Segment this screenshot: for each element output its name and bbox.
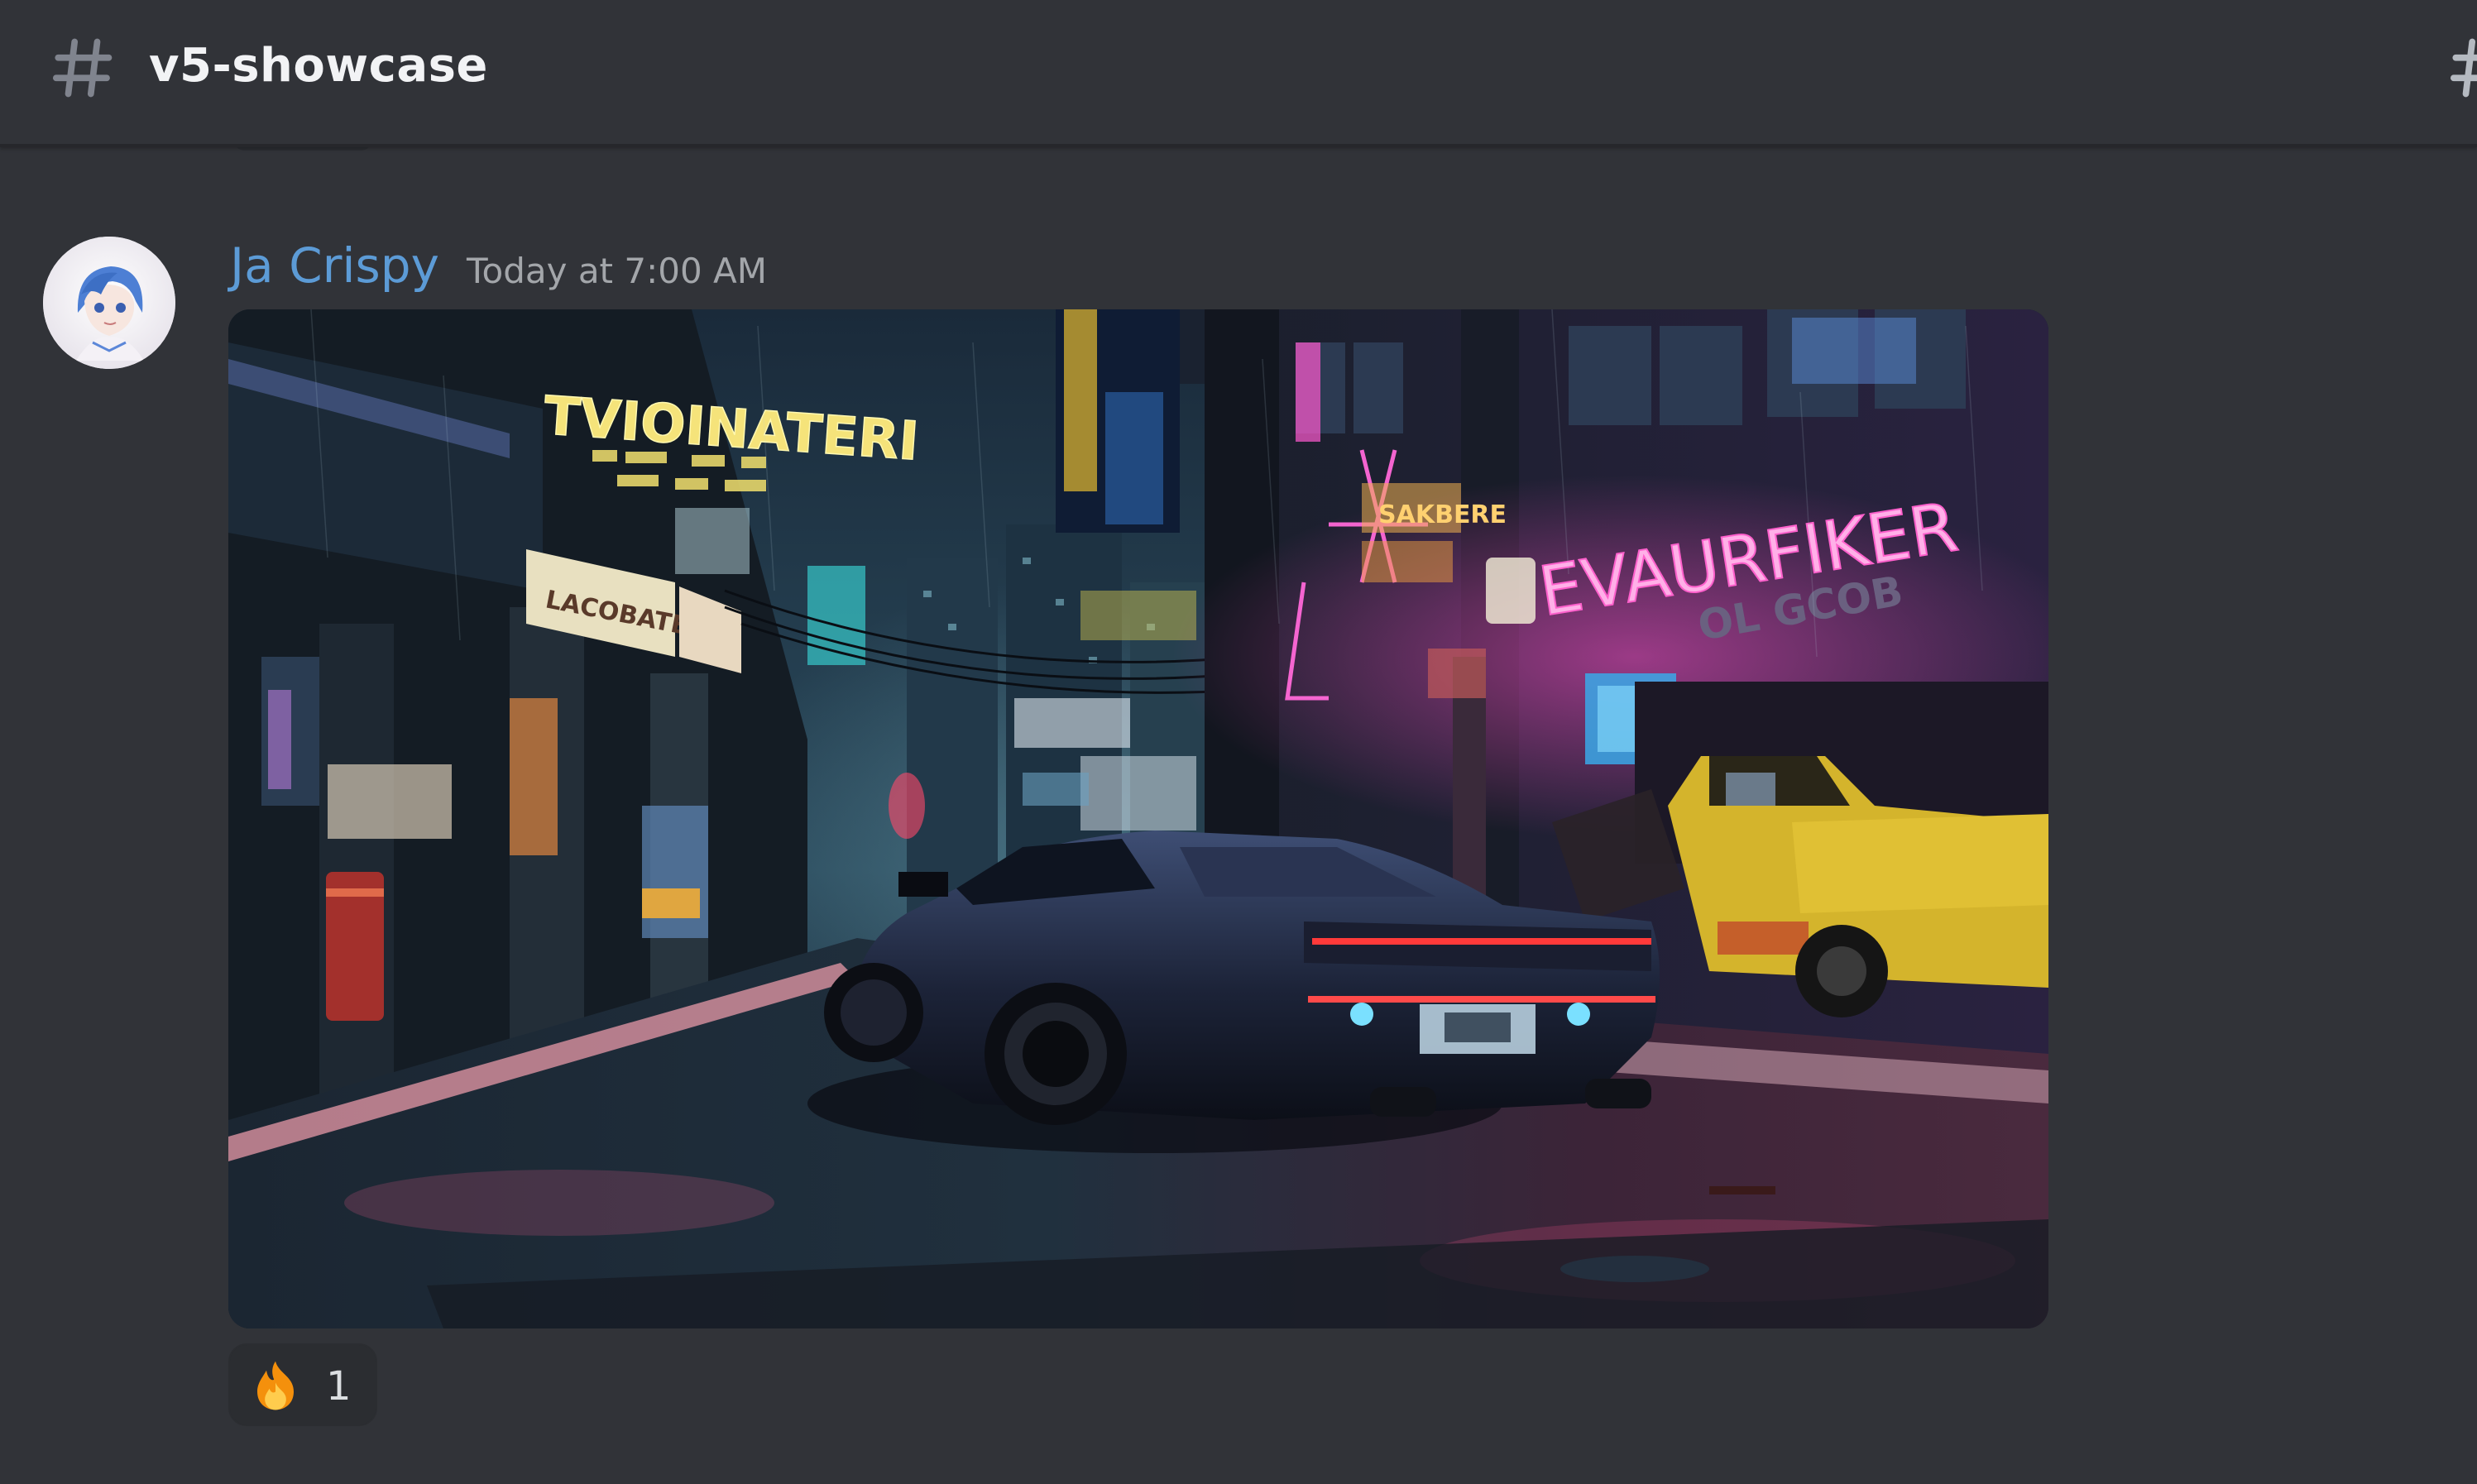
message-author[interactable]: Ja Crispy [230, 235, 439, 296]
hash-icon [52, 38, 113, 98]
channel-name: v5-showcase [149, 39, 488, 93]
channel-header: v5-showcase [0, 0, 2477, 147]
avatar[interactable] [43, 237, 175, 369]
threads-hash-icon[interactable] [2446, 33, 2477, 103]
image-attachment[interactable]: LACOBATEE TVIOINATERI SAKBERE EVAURFIKER… [228, 309, 2048, 1328]
reaction-fire[interactable]: 1 [228, 1343, 377, 1426]
message-timestamp[interactable]: Today at 7:00 AM [467, 247, 767, 296]
fire-icon [257, 1361, 294, 1410]
cyberpunk-street-image: LACOBATEE TVIOINATERI SAKBERE EVAURFIKER… [228, 309, 2048, 1328]
small-shop-sign-text: SAKBERE [1378, 500, 1507, 529]
reaction-count: 1 [326, 1363, 352, 1410]
discord-window: v5-showcase Ja Crispy Today at 7:00 AM L… [0, 0, 2477, 1484]
avatar-anime-girl-icon [43, 237, 175, 369]
